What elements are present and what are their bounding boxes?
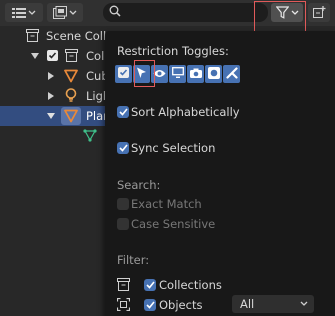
search-icon xyxy=(109,5,121,20)
editor-type-button[interactable] xyxy=(5,3,43,22)
chevron-down-icon xyxy=(28,10,36,16)
outliner-header xyxy=(0,0,335,26)
expand-arrow-icon[interactable] xyxy=(47,113,55,119)
filter-popover: Restriction Toggles: Sort Alphabetically… xyxy=(105,31,335,316)
scene-collection-icon xyxy=(26,29,39,42)
object-filter-select[interactable]: All xyxy=(232,295,314,313)
collection-icon xyxy=(117,278,130,291)
sync-selection-label[interactable]: Sync Selection xyxy=(131,141,215,155)
render-toggle[interactable] xyxy=(187,65,204,83)
case-sensitive-checkbox[interactable] xyxy=(117,218,129,230)
mesh-object-icon xyxy=(61,107,81,125)
collection-checkbox[interactable] xyxy=(47,50,58,61)
sync-selection-checkbox[interactable] xyxy=(117,142,129,154)
collections-label[interactable]: Collections xyxy=(159,278,222,292)
exact-match-checkbox[interactable] xyxy=(117,198,129,210)
funnel-icon xyxy=(275,6,289,19)
expand-arrow-icon[interactable] xyxy=(48,92,54,100)
list-view-icon xyxy=(12,7,26,19)
checkbox-icon xyxy=(118,67,129,81)
selectable-toggle[interactable] xyxy=(133,65,150,83)
filter-section-title: Filter: xyxy=(117,253,150,267)
eye-icon xyxy=(153,68,166,81)
cursor-arrow-icon xyxy=(136,67,147,82)
viewport-visibility-toggle[interactable] xyxy=(151,65,168,83)
outliner-editor: Scene Colle Colle Cub Ligh Plan Restrict… xyxy=(0,0,335,316)
object-bounds-icon xyxy=(117,298,130,311)
new-collection-button[interactable] xyxy=(308,3,330,22)
sort-alphabetically-checkbox[interactable] xyxy=(117,106,129,118)
restriction-toggle-row xyxy=(115,65,262,85)
search-section-title: Search: xyxy=(117,178,161,192)
chevron-down-icon xyxy=(69,10,77,16)
mesh-object-icon xyxy=(64,69,78,83)
indirect-icon xyxy=(225,66,238,82)
collections-checkbox[interactable] xyxy=(144,279,156,291)
display-mode-button[interactable] xyxy=(47,3,83,22)
chevron-down-icon xyxy=(300,301,308,307)
collection-icon xyxy=(65,49,78,62)
objects-checkbox[interactable] xyxy=(144,299,156,311)
objects-label[interactable]: Objects xyxy=(159,298,202,312)
holdout-icon xyxy=(207,66,220,82)
light-object-icon xyxy=(65,88,77,103)
tree-row-label: Scene Colle xyxy=(46,29,114,43)
sort-alphabetically-label[interactable]: Sort Alphabetically xyxy=(131,105,240,119)
expand-arrow-icon[interactable] xyxy=(48,72,54,80)
expand-arrow-icon[interactable] xyxy=(31,53,39,59)
monitor-icon xyxy=(171,67,184,81)
mesh-data-icon xyxy=(83,129,97,142)
checkbox-toggle[interactable] xyxy=(115,65,132,83)
indirect-only-toggle[interactable] xyxy=(223,65,240,83)
case-sensitive-label[interactable]: Case Sensitive xyxy=(131,217,215,231)
viewport-disable-toggle[interactable] xyxy=(169,65,186,83)
holdout-toggle[interactable] xyxy=(205,65,222,83)
camera-icon xyxy=(189,68,202,81)
search-field[interactable] xyxy=(103,3,268,22)
search-input[interactable] xyxy=(125,5,259,20)
filter-button[interactable] xyxy=(271,3,303,22)
exact-match-label[interactable]: Exact Match xyxy=(131,197,202,211)
object-filter-value: All xyxy=(240,297,255,311)
chevron-down-icon xyxy=(291,10,299,16)
restriction-toggles-title: Restriction Toggles: xyxy=(117,44,229,58)
display-mode-icon xyxy=(53,6,67,19)
new-collection-icon xyxy=(312,6,326,19)
